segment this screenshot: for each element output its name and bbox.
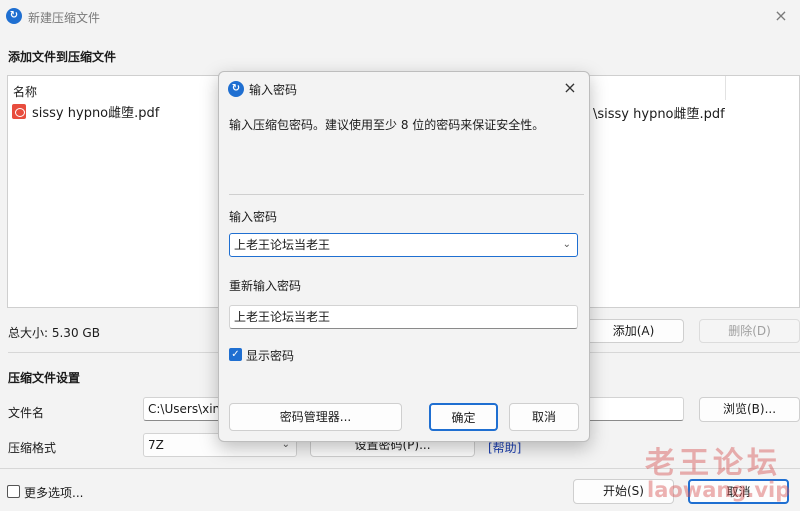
- dialog-ok-button[interactable]: 确定: [429, 403, 498, 431]
- dialog-separator: [229, 194, 584, 195]
- app-logo-icon: ↻: [6, 8, 22, 24]
- confirm-password-label: 重新输入密码: [229, 279, 302, 293]
- dialog-cancel-button[interactable]: 取消: [509, 403, 579, 431]
- browse-button[interactable]: 浏览(B)...: [699, 397, 800, 422]
- file-row[interactable]: sissy hypno雌堕.pdf: [12, 102, 160, 121]
- more-options-label[interactable]: 更多选项...: [24, 484, 83, 501]
- main-window-title: 新建压缩文件: [28, 11, 101, 25]
- settings-section-title: 压缩文件设置: [8, 371, 81, 385]
- password-dialog: ↻ 输入密码 × 输入压缩包密码。建议使用至少 8 位的密码来保证安全性。 输入…: [218, 71, 590, 442]
- column-divider: [725, 76, 726, 100]
- chevron-down-icon[interactable]: ⌄: [563, 234, 571, 256]
- password-label: 输入密码: [229, 210, 278, 224]
- password-input[interactable]: 上老王论坛当老王 ⌄: [229, 233, 578, 257]
- dialog-description: 输入压缩包密码。建议使用至少 8 位的密码来保证安全性。: [229, 118, 545, 132]
- pdf-file-icon: [12, 103, 26, 119]
- dialog-title: 输入密码: [249, 83, 298, 97]
- format-label: 压缩格式: [8, 441, 57, 455]
- main-close-icon[interactable]: ×: [770, 5, 792, 27]
- file-path: \sissy hypno雌堕.pdf: [593, 107, 725, 122]
- password-value: 上老王论坛当老王: [234, 238, 331, 252]
- add-button[interactable]: 添加(A): [583, 319, 684, 343]
- format-select-value: 7Z: [148, 438, 164, 452]
- confirm-password-input[interactable]: 上老王论坛当老王: [229, 305, 578, 329]
- show-password-checkbox[interactable]: ✓: [229, 348, 242, 361]
- filename-label: 文件名: [8, 406, 45, 420]
- watermark-chinese: 老王论坛: [645, 446, 781, 481]
- dialog-logo-icon: ↻: [228, 81, 244, 97]
- password-manager-button[interactable]: 密码管理器...: [229, 403, 402, 431]
- more-options-checkbox[interactable]: [7, 485, 20, 498]
- total-size: 总大小: 5.30 GB: [8, 326, 100, 340]
- add-files-section-title: 添加文件到压缩文件: [8, 50, 117, 64]
- file-name: sissy hypno雌堕.pdf: [32, 105, 160, 121]
- show-password-label[interactable]: 显示密码: [246, 347, 294, 364]
- column-header-name[interactable]: 名称: [13, 83, 37, 100]
- watermark-latin: laowang.vip: [647, 478, 791, 502]
- main-titlebar: ↻ 新建压缩文件 ×: [0, 0, 800, 32]
- delete-button[interactable]: 删除(D): [699, 319, 800, 343]
- dialog-close-icon[interactable]: ×: [559, 77, 581, 99]
